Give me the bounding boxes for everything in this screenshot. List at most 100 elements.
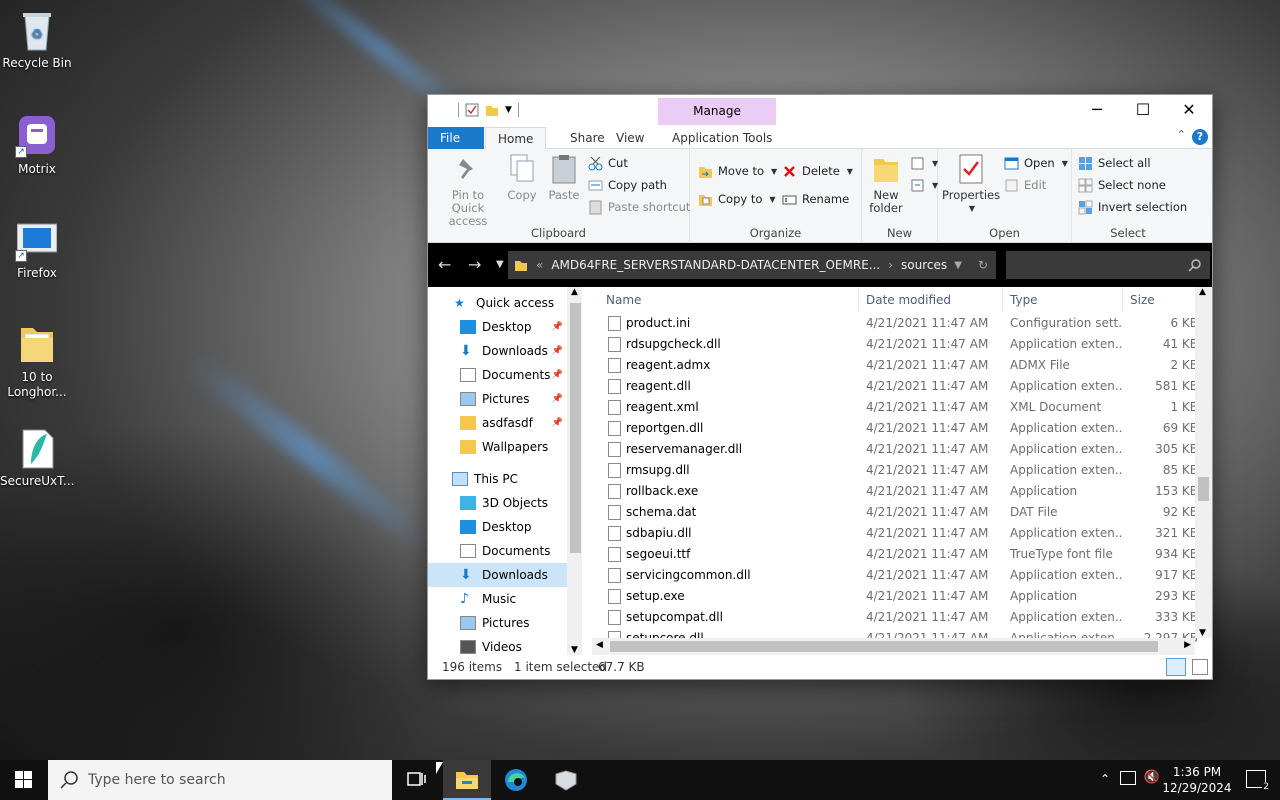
collapse-ribbon-icon[interactable]: ⌃ [1177, 128, 1186, 141]
nav-pc-desktop[interactable]: Desktop [428, 515, 567, 539]
details-view-icon[interactable] [1166, 658, 1186, 676]
forward-arrow-icon[interactable]: → [468, 255, 481, 274]
clock[interactable]: 1:36 PM 12/29/2024 [1162, 764, 1232, 796]
table-row[interactable]: servicingcommon.dll 4/21/2021 11:47 AM App… [592, 565, 1212, 586]
table-row[interactable]: reagent.xml 4/21/2021 11:47 AM XML Documen… [592, 397, 1212, 418]
new-folder-button[interactable]: New folder [866, 153, 906, 215]
nav-quick-access[interactable]: ★ Quick access [428, 291, 567, 315]
horizontal-scroll-thumb[interactable] [610, 641, 1158, 652]
table-row[interactable]: setup.exe 4/21/2021 11:47 AM Application 29… [592, 586, 1212, 607]
table-row[interactable]: segoeui.ttf 4/21/2021 11:47 AM TrueType fo… [592, 544, 1212, 565]
refresh-icon[interactable]: ↻ [978, 258, 988, 272]
pin-quick-access-button[interactable]: Pin to Quick access [434, 153, 502, 228]
select-all-button[interactable]: Select all [1078, 153, 1151, 173]
taskbar-search[interactable]: Type here to search [48, 760, 392, 800]
properties-button[interactable]: Properties ▼ [942, 153, 1000, 215]
tab-home[interactable]: Home [485, 127, 547, 150]
network-icon[interactable] [1120, 771, 1136, 785]
nav-pc-music[interactable]: ♪ Music [428, 587, 567, 611]
table-row[interactable]: rmsupg.dll 4/21/2021 11:47 AM Application … [592, 460, 1212, 481]
large-icons-view-icon[interactable] [1192, 659, 1208, 675]
list-scrollbar[interactable]: ▲ ▼ [1195, 287, 1212, 638]
start-button[interactable] [0, 760, 48, 800]
scroll-right-icon[interactable]: ▶ [1184, 640, 1191, 650]
address-segment-root[interactable]: AMD64FRE_SERVERSTANDARD-DATACENTER_OEMRE… [551, 258, 880, 272]
open-button[interactable]: Open ▼ [1004, 153, 1068, 173]
copy-path-button[interactable]: Copy path [588, 175, 667, 195]
table-row[interactable]: schema.dat 4/21/2021 11:47 AM DAT File 92 K… [592, 502, 1212, 523]
paste-shortcut-button[interactable]: Paste shortcut [588, 197, 690, 217]
cut-button[interactable]: Cut [588, 153, 628, 173]
show-hidden-icons-icon[interactable]: ⌃ [1100, 772, 1110, 786]
tab-view[interactable]: View [604, 127, 656, 149]
table-row[interactable]: reservemanager.dll 4/21/2021 11:47 AM Appl… [592, 439, 1212, 460]
table-row[interactable]: reportgen.dll 4/21/2021 11:47 AM Applicati… [592, 418, 1212, 439]
table-row[interactable]: rdsupgcheck.dll 4/21/2021 11:47 AM Applica… [592, 334, 1212, 355]
desktop-icon-secureux[interactable]: SecureUxT... [0, 426, 75, 489]
table-row[interactable]: reagent.dll 4/21/2021 11:47 AM Application… [592, 376, 1212, 397]
tab-application-tools[interactable]: Application Tools [660, 127, 784, 149]
taskbar-app[interactable] [542, 760, 590, 800]
nav-quick-pictures[interactable]: Pictures 📌 [428, 387, 567, 411]
nav-pc-pictures[interactable]: Pictures [428, 611, 567, 635]
column-separator[interactable] [1002, 289, 1003, 311]
nav-quick-wallpapers[interactable]: Wallpapers [428, 435, 567, 459]
address-segment-sources[interactable]: sources [901, 258, 947, 272]
nav-pc-documents[interactable]: Documents [428, 539, 567, 563]
column-header-type[interactable]: Type [1010, 289, 1038, 311]
new-folder-qat-icon[interactable] [485, 103, 499, 117]
scroll-down-icon[interactable]: ▼ [1199, 628, 1206, 638]
column-separator[interactable] [858, 289, 859, 311]
desktop-icon-motrix[interactable]: ↗ Motrix [0, 114, 74, 177]
desktop-icon-folder[interactable]: 10 to Longhor... [0, 322, 74, 400]
horizontal-scrollbar[interactable]: ◀ ▶ [592, 638, 1195, 655]
minimize-button[interactable]: ─ [1074, 95, 1120, 125]
rename-button[interactable]: Rename [782, 189, 849, 209]
scroll-left-icon[interactable]: ◀ [596, 640, 603, 650]
paste-button[interactable]: Paste [544, 153, 584, 202]
select-none-button[interactable]: Select none [1078, 175, 1166, 195]
table-row[interactable]: sdbapiu.dll 4/21/2021 11:47 AM Application… [592, 523, 1212, 544]
back-arrow-icon[interactable]: ← [438, 255, 451, 274]
nav-quick-downloads[interactable]: ⬇ Downloads 📌 [428, 339, 567, 363]
invert-selection-button[interactable]: Invert selection [1078, 197, 1187, 217]
table-row[interactable]: setupcompat.dll 4/21/2021 11:47 AM Applica… [592, 607, 1212, 628]
taskbar-file-explorer[interactable] [443, 760, 491, 800]
delete-button[interactable]: Delete ▼ [782, 161, 853, 181]
volume-muted-icon[interactable]: 🔇 [1144, 770, 1160, 785]
task-view-button[interactable] [392, 760, 440, 800]
column-header-name[interactable]: Name [606, 289, 641, 311]
copy-button[interactable]: Copy [504, 153, 540, 202]
table-row[interactable]: reagent.admx 4/21/2021 11:47 AM ADMX File 2… [592, 355, 1212, 376]
properties-qat-icon[interactable] [465, 103, 479, 117]
new-item-button[interactable]: ▼ [910, 153, 938, 173]
column-separator[interactable] [1122, 289, 1123, 311]
nav-quick-desktop[interactable]: Desktop 📌 [428, 315, 567, 339]
table-row[interactable]: rollback.exe 4/21/2021 11:47 AM Applicatio… [592, 481, 1212, 502]
nav-pc-downloads[interactable]: ⬇ Downloads [428, 563, 567, 587]
recent-locations-icon[interactable]: ▼ [496, 259, 504, 270]
nav-quick-asdfasdf[interactable]: asdfasdf 📌 [428, 411, 567, 435]
desktop-icon-recycle-bin[interactable]: ♻ Recycle Bin [0, 8, 74, 71]
help-icon[interactable]: ? [1192, 129, 1208, 145]
nav-scroll-thumb[interactable] [570, 303, 581, 553]
address-bar[interactable]: « AMD64FRE_SERVERSTANDARD-DATACENTER_OEM… [508, 251, 996, 279]
nav-pc-3d-objects[interactable]: 3D Objects [428, 491, 567, 515]
nav-scrollbar[interactable]: ▲ ▼ [567, 287, 582, 655]
column-header-date[interactable]: Date modified [866, 289, 951, 311]
action-center-icon[interactable]: 2 [1246, 770, 1270, 792]
scroll-up-icon[interactable]: ▲ [1199, 287, 1206, 297]
column-header-size[interactable]: Size [1130, 289, 1155, 311]
nav-pc-videos[interactable]: Videos [428, 635, 567, 655]
nav-quick-documents[interactable]: Documents 📌 [428, 363, 567, 387]
list-scroll-thumb[interactable] [1198, 477, 1209, 501]
close-button[interactable]: ✕ [1166, 95, 1212, 125]
easy-access-button[interactable]: ▼ [910, 175, 938, 195]
move-to-button[interactable]: Move to ▼ [698, 161, 777, 181]
tab-file[interactable]: File [428, 127, 484, 149]
edit-button[interactable]: Edit [1004, 175, 1046, 195]
taskbar-edge[interactable] [492, 760, 540, 800]
copy-to-button[interactable]: Copy to ▼ [698, 189, 776, 209]
manage-context-tab[interactable]: Manage [658, 98, 776, 125]
address-dropdown-icon[interactable]: ▼ [954, 260, 962, 271]
